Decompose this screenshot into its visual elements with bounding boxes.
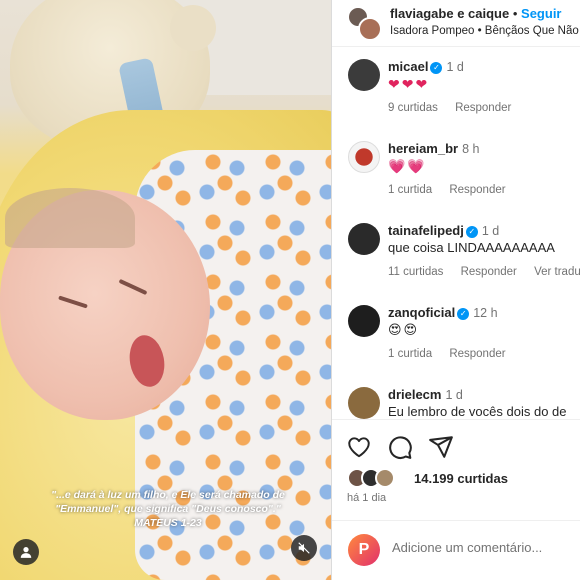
- likes-count[interactable]: 14.199 curtidas: [414, 471, 508, 486]
- comment-username[interactable]: zanqoficial: [388, 305, 455, 320]
- likes-number: 14.199: [414, 471, 454, 486]
- comment-time[interactable]: 1 d: [445, 388, 462, 402]
- caption-reference: MATEUS 1-23: [134, 517, 202, 529]
- reply-button[interactable]: Responder: [461, 266, 517, 278]
- plush-ear: [170, 5, 216, 51]
- verified-icon: ✓: [430, 62, 443, 74]
- comment-header: drielecm 1 d: [388, 387, 463, 402]
- video-caption: "...e dará à luz um filho, e Ele será ch…: [18, 488, 318, 530]
- comment-likes[interactable]: 1 curtida: [388, 348, 432, 360]
- reply-button[interactable]: Responder: [449, 348, 505, 360]
- post-media[interactable]: "...e dará à luz um filho, e Ele será ch…: [0, 0, 331, 580]
- comment-username[interactable]: hereiam_br: [388, 141, 458, 156]
- comment-text: Eu lembro de vocês dois do de: [388, 404, 567, 419]
- comment-time[interactable]: 1 d: [482, 224, 499, 238]
- verified-icon: ✓: [465, 226, 478, 238]
- comment-header: tainafelipedj ✓ 1 d: [388, 223, 499, 238]
- comment-username[interactable]: tainafelipedj: [388, 223, 464, 238]
- author-avatars[interactable]: [347, 6, 382, 41]
- comment-time[interactable]: 8 h: [462, 142, 479, 156]
- add-comment-bar: P: [332, 520, 580, 580]
- post-actions: 14.199 curtidas há 1 dia: [332, 419, 580, 534]
- comment-likes[interactable]: 9 curtidas: [388, 102, 438, 114]
- comment-text: 😍😍: [388, 322, 420, 337]
- comment-likes[interactable]: 1 curtida: [388, 184, 432, 196]
- caption-line: "Emmanuel", que significa "Deus conosco"…: [55, 503, 281, 515]
- comment-header: micael ✓ 1 d: [388, 59, 464, 74]
- comment-meta: 11 curtidas Responder Ver tradução: [388, 266, 580, 278]
- mute-icon: [298, 542, 310, 554]
- translate-button[interactable]: Ver tradução: [534, 266, 580, 278]
- mute-button[interactable]: [291, 535, 317, 561]
- comment-meta: 9 curtidas Responder: [388, 102, 525, 114]
- comment-header: hereiam_br 8 h: [388, 141, 479, 156]
- avatar[interactable]: [348, 223, 380, 255]
- user-tag-icon: [20, 547, 32, 558]
- avatar[interactable]: [348, 59, 380, 91]
- verified-icon: ✓: [457, 308, 470, 320]
- follow-button[interactable]: Seguir: [521, 6, 561, 21]
- reply-button[interactable]: Responder: [449, 184, 505, 196]
- audio-track[interactable]: Isadora Pompeo • Bênçãos Que Não: [390, 25, 579, 37]
- baby-hair: [5, 188, 135, 248]
- comment-text: 💗💗: [388, 158, 427, 174]
- avatar[interactable]: [348, 141, 380, 173]
- reply-button[interactable]: Responder: [455, 102, 511, 114]
- like-icon[interactable]: [346, 434, 372, 460]
- comment-header: zanqoficial ✓ 12 h: [388, 305, 498, 320]
- caption-line: "...e dará à luz um filho, e Ele será ch…: [51, 489, 285, 501]
- avatar: [358, 17, 382, 41]
- comment-likes[interactable]: 11 curtidas: [388, 266, 443, 278]
- comment-meta: 1 curtida Responder: [388, 184, 520, 196]
- comment-username[interactable]: micael: [388, 59, 428, 74]
- comment-input[interactable]: [392, 540, 577, 555]
- avatar[interactable]: [348, 387, 380, 419]
- comments-list[interactable]: micael ✓ 1 d ❤❤❤ 9 curtidas Responder here…: [332, 47, 580, 419]
- comment-text: que coisa LINDAAAAAAAAA: [388, 240, 555, 255]
- post-header: flaviagabe e caique • Seguir Isadora Pom…: [332, 0, 580, 47]
- comment-text: ❤❤❤: [388, 76, 430, 92]
- likes-summary[interactable]: 14.199 curtidas: [347, 468, 577, 490]
- comment-time[interactable]: 12 h: [473, 306, 497, 320]
- author-name[interactable]: flaviagabe e caique: [390, 6, 509, 21]
- avatar[interactable]: [348, 305, 380, 337]
- comment-username[interactable]: drielecm: [388, 387, 441, 402]
- avatar: P: [348, 534, 380, 566]
- comment-icon[interactable]: [387, 434, 413, 460]
- share-icon[interactable]: [428, 434, 454, 460]
- avatar: [375, 468, 395, 488]
- comment-time[interactable]: 1 d: [446, 60, 463, 74]
- user-tag-button[interactable]: [13, 539, 39, 565]
- author-line: flaviagabe e caique • Seguir: [390, 6, 562, 21]
- comment-meta: 1 curtida Responder: [388, 348, 520, 360]
- post-time[interactable]: há 1 dia: [347, 492, 386, 504]
- post-panel: flaviagabe e caique • Seguir Isadora Pom…: [331, 0, 580, 580]
- likes-label: curtidas: [457, 471, 508, 486]
